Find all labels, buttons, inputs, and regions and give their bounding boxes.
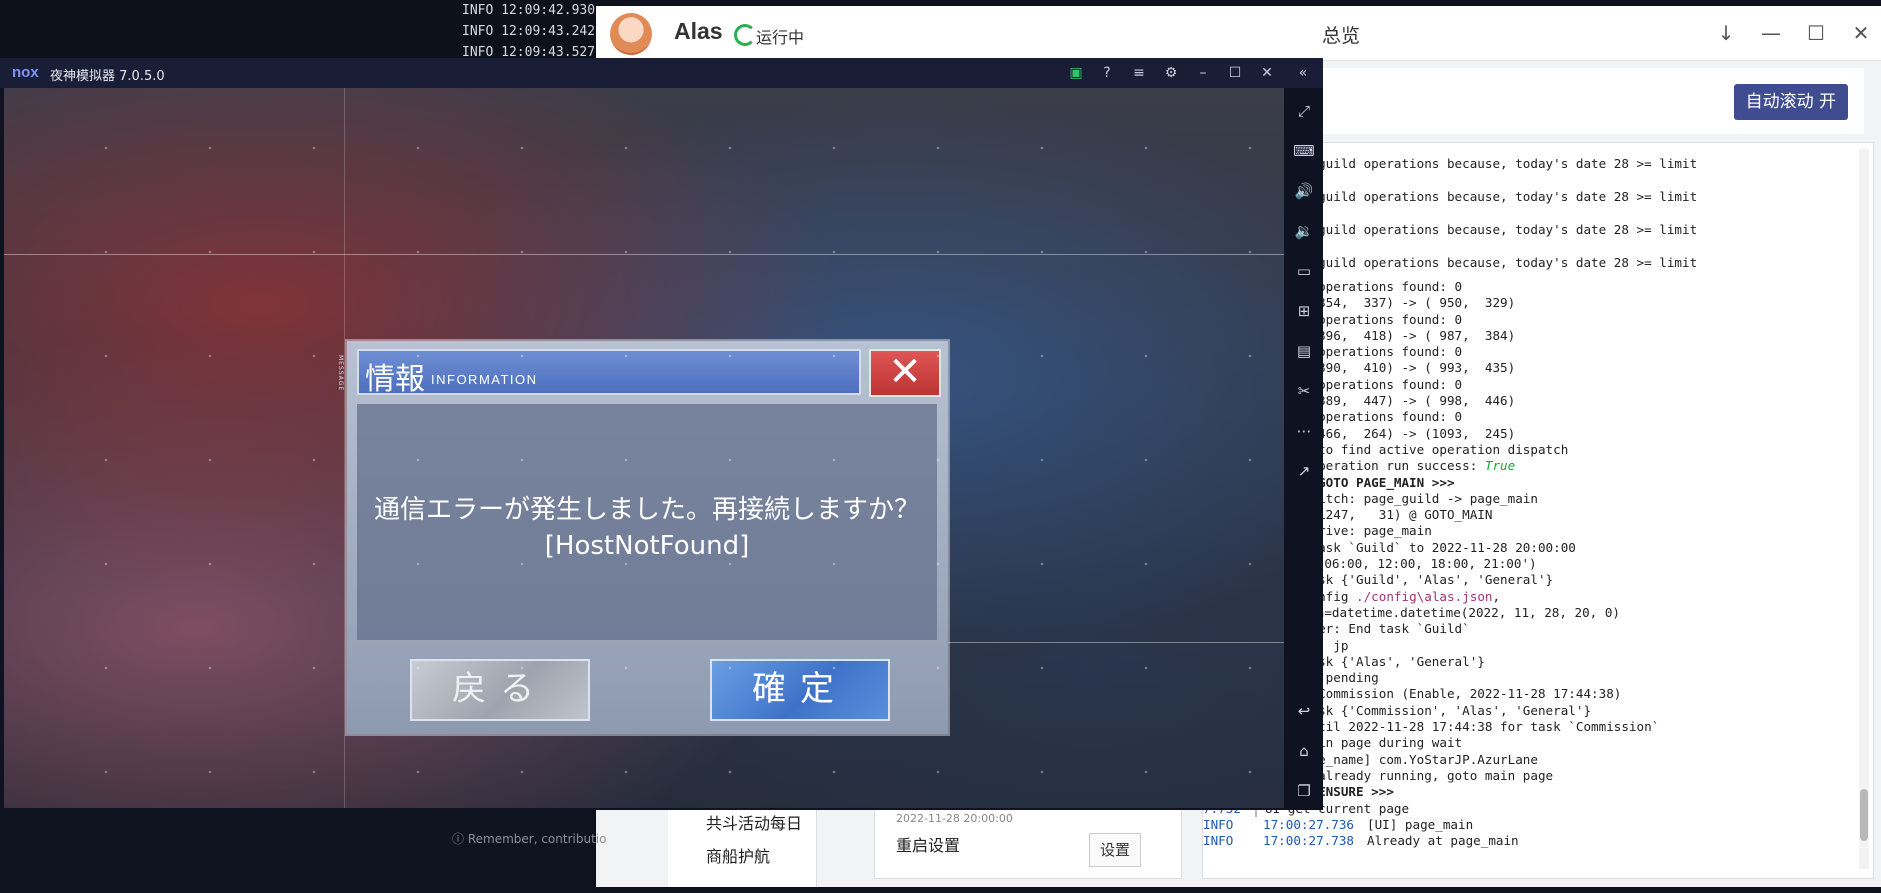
run-status: 运行中: [756, 28, 805, 47]
grid-line: [4, 254, 1284, 255]
info-dialog: MESSAGE 情報 INFORMATION ✕ 通信エラーが発生しました。再接…: [337, 341, 948, 734]
recent-apps-icon[interactable]: ❐: [1293, 780, 1315, 802]
nox-sidebar: ⤢ ⌨ 🔊 🔉 ▭ ⊞ ▤ ✂ ⋯ ↗ ↩ ⌂ ❐: [1285, 88, 1323, 810]
running-spinner-icon: [734, 24, 756, 46]
download-icon[interactable]: ↓: [1711, 18, 1741, 48]
log-timestamp: 17:00:27.736: [1263, 816, 1354, 832]
minimize-icon[interactable]: –: [1192, 62, 1214, 84]
dialog-message: 通信エラーが発生しました。再接続しますか？ [HostNotFound]: [357, 492, 937, 564]
grid-line: [344, 88, 345, 808]
nox-emulator-window: nox 夜神模拟器 7.0.5.0 ▣ ? ≡ ⚙ – ☐ ✕ « MESSAG…: [0, 58, 1323, 810]
task-time: 2022-11-28 20:00:00: [896, 812, 1013, 825]
store-icon[interactable]: ▣: [1065, 62, 1087, 84]
log-line: INFO 17:00:27.738 Already at page_main: [1203, 833, 1853, 849]
page-title: 总览: [1322, 25, 1361, 47]
minimize-button[interactable]: —: [1756, 18, 1786, 48]
multi-instance-icon[interactable]: ▤: [1293, 340, 1315, 362]
help-icon[interactable]: ?: [1096, 62, 1118, 84]
grid-line: [944, 642, 1284, 643]
close-button[interactable]: ✕: [1846, 18, 1876, 48]
nav-item-guild-daily[interactable]: 共斗活动每日: [706, 810, 802, 834]
log-scrollbar[interactable]: [1859, 149, 1869, 869]
alas-app-name: Alas: [674, 18, 723, 44]
dialog-title: 情報: [365, 362, 425, 397]
background-area: [0, 0, 440, 58]
fullscreen-icon[interactable]: ⤢: [1293, 100, 1315, 122]
log-message: No new guild operations because, today's…: [1265, 255, 1698, 270]
volume-down-icon[interactable]: 🔉: [1293, 220, 1315, 242]
close-icon[interactable]: ✕: [1256, 62, 1278, 84]
alas-title-bar: Alas 运行中 总览 ↓ — ☐ ✕: [596, 6, 1881, 61]
add-apk-icon[interactable]: ⊞: [1293, 300, 1315, 322]
keyboard-icon[interactable]: ⌨: [1293, 140, 1315, 162]
dialog-header: 情報 INFORMATION: [357, 349, 861, 397]
maximize-icon[interactable]: ☐: [1224, 62, 1246, 84]
remember-text: Remember, contributio: [467, 832, 607, 846]
log-level: INFO: [1203, 816, 1234, 832]
dialog-side-label: MESSAGE: [337, 355, 344, 392]
more-icon[interactable]: ⋯: [1293, 420, 1315, 442]
gear-icon[interactable]: ⚙: [1160, 62, 1182, 84]
maximize-button[interactable]: ☐: [1801, 18, 1831, 48]
message-line: 通信エラーが発生しました。再接続しますか？: [373, 495, 920, 525]
game-screen[interactable]: MESSAGE 情報 INFORMATION ✕ 通信エラーが発生しました。再接…: [4, 88, 1284, 808]
log-line: INFO 17:00:27.736 [UI] page_main: [1203, 817, 1853, 833]
log-level: INFO: [1203, 833, 1234, 849]
log-message: Already at page_main: [1367, 833, 1519, 849]
collapse-sidebar-icon[interactable]: «: [1292, 62, 1314, 84]
log-message-suffix: ,: [1492, 588, 1501, 604]
scrollbar-thumb[interactable]: [1860, 789, 1868, 841]
nox-title-bar: nox 夜神模拟器 7.0.5.0 ▣ ? ≡ ⚙ – ☐ ✕ «: [0, 58, 1323, 88]
task-name: 重启设置: [896, 836, 961, 855]
terminal-line: INFO 12:09:42.930 | Unknown ui page: [462, 3, 600, 18]
scissors-icon[interactable]: ✂: [1293, 380, 1315, 402]
log-message: No new guild operations because, today's…: [1265, 156, 1698, 171]
log-toolbar: 自动滚动 开: [1304, 68, 1864, 134]
nav-item-escort[interactable]: 商船护航: [706, 843, 770, 867]
back-button[interactable]: 戻る: [410, 659, 590, 721]
confirm-button[interactable]: 確定: [710, 659, 890, 721]
log-message-highlight: ./config\alas.json: [1356, 588, 1493, 604]
dialog-body: 通信エラーが発生しました。再接続しますか？ [HostNotFound]: [357, 404, 937, 640]
alas-avatar: [610, 13, 652, 55]
task-settings-button[interactable]: 设置: [1089, 833, 1141, 867]
log-message: No new guild operations because, today's…: [1265, 222, 1698, 237]
home-icon[interactable]: ⌂: [1293, 740, 1315, 762]
nox-logo: nox: [12, 64, 39, 81]
dialog-subtitle: INFORMATION: [431, 372, 538, 387]
auto-scroll-button[interactable]: 自动滚动 开: [1733, 84, 1848, 120]
log-message: Wait until 2022-11-28 17:44:38 for task …: [1265, 719, 1660, 735]
share-icon[interactable]: ↗: [1293, 460, 1315, 482]
log-message: No new guild operations because, today's…: [1265, 189, 1698, 204]
log-timestamp: 17:00:27.738: [1263, 833, 1354, 849]
screen-icon[interactable]: ▭: [1293, 260, 1315, 282]
back-icon[interactable]: ↩: [1293, 700, 1315, 722]
terminal-line: INFO 12:09:43.242 | U: [462, 24, 600, 39]
log-message-highlight: True: [1484, 458, 1516, 474]
dialog-close-button[interactable]: ✕: [869, 349, 941, 397]
background-terminal: INFO 12:09:42.930 | Unknown ui page INFO…: [440, 0, 600, 60]
nox-title: 夜神模拟器 7.0.5.0: [50, 69, 165, 84]
remember-notice: ⓘ Remember, contributio: [452, 832, 607, 846]
message-line: [HostNotFound]: [544, 531, 750, 561]
volume-up-icon[interactable]: 🔊: [1293, 180, 1315, 202]
menu-icon[interactable]: ≡: [1128, 62, 1150, 84]
log-message: [UI] page_main: [1367, 816, 1474, 832]
